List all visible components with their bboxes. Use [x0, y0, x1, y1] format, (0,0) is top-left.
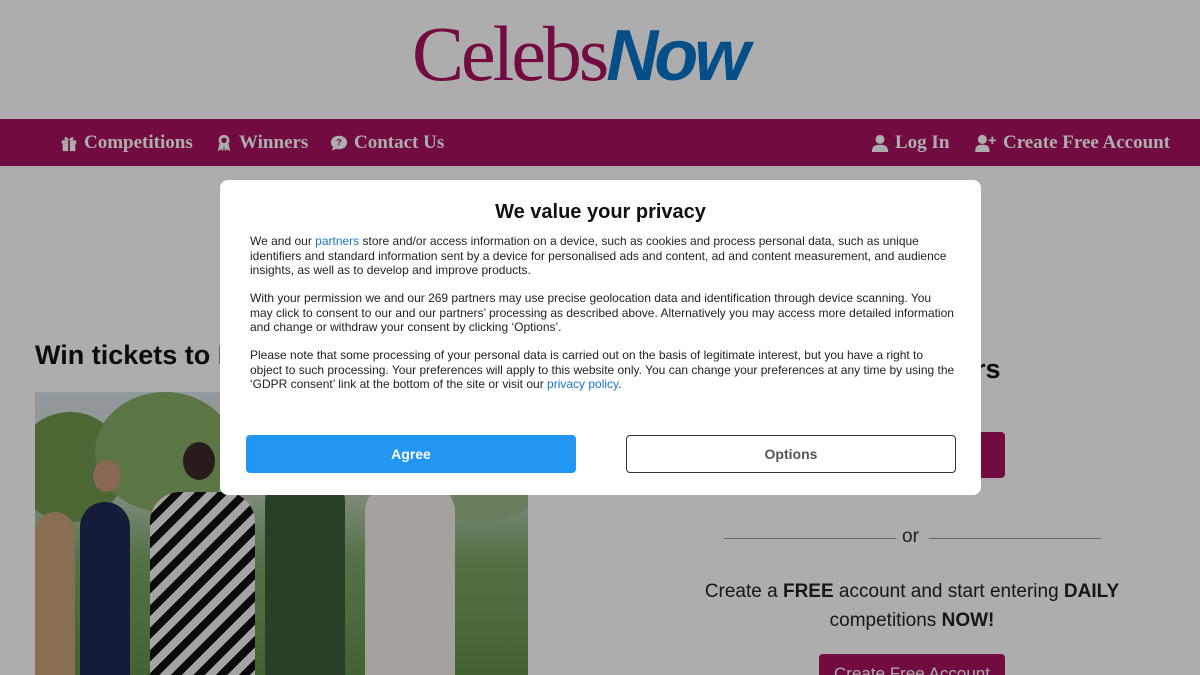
privacy-text: .	[618, 377, 622, 391]
privacy-policy-link[interactable]: privacy policy	[547, 377, 618, 391]
privacy-consent-dialog: We value your privacy We and our partner…	[220, 180, 981, 495]
agree-button[interactable]: Agree	[246, 435, 576, 473]
privacy-text: We and our	[250, 234, 316, 248]
privacy-paragraph-3: Please note that some processing of your…	[250, 348, 955, 392]
options-button[interactable]: Options	[626, 435, 956, 473]
privacy-paragraph-1: We and our partners store and/or access …	[250, 234, 955, 278]
privacy-paragraph-2: With your permission we and our 269 part…	[250, 291, 954, 334]
partners-link[interactable]: partners	[315, 234, 359, 248]
privacy-dialog-title: We value your privacy	[495, 201, 706, 223]
